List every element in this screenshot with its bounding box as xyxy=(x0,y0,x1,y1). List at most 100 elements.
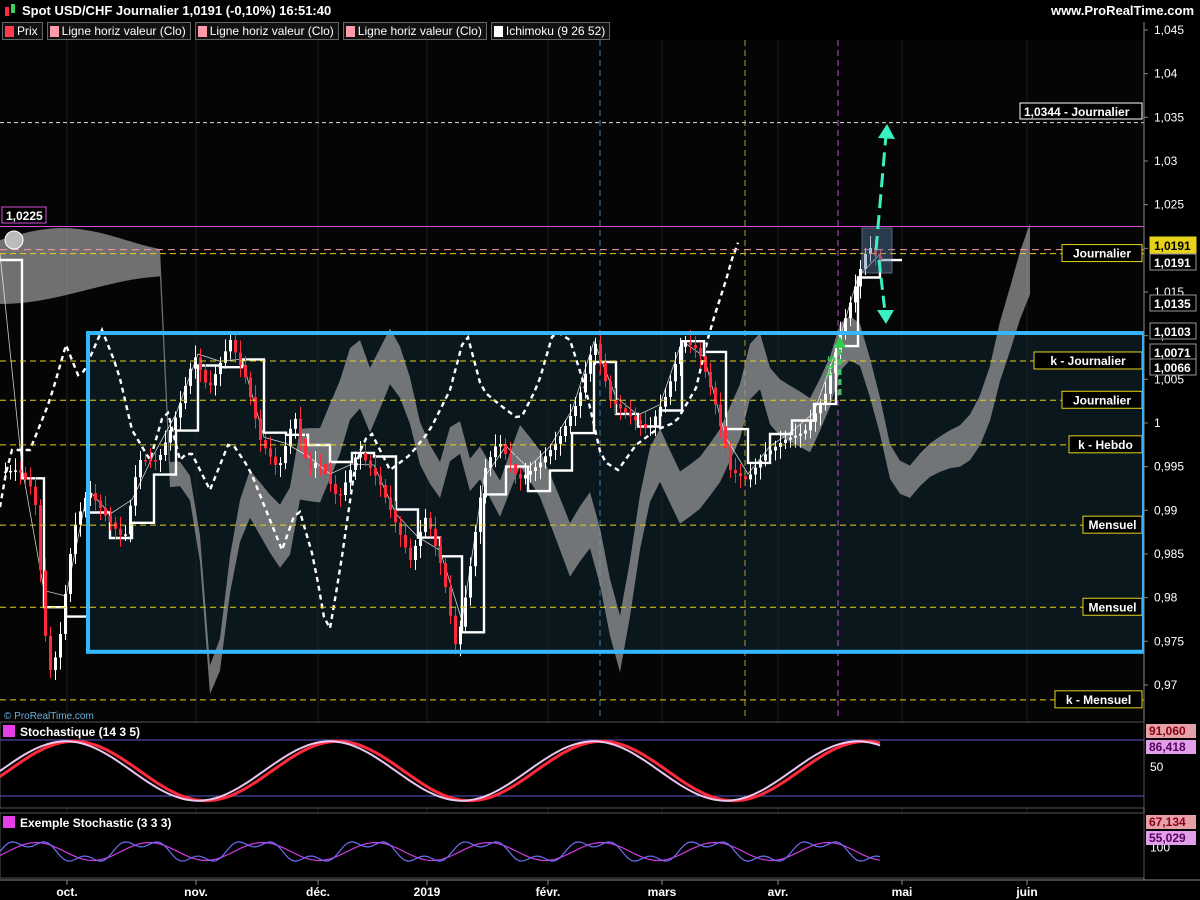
candle-body xyxy=(624,408,627,413)
candle-body xyxy=(249,377,252,398)
candle-body xyxy=(139,460,142,478)
candle-body xyxy=(379,475,382,485)
candle-body xyxy=(754,467,757,475)
candle-body xyxy=(604,362,607,382)
target-zone xyxy=(861,227,893,274)
candle-body xyxy=(544,456,547,463)
x-tick-label: avr. xyxy=(768,885,789,899)
candle-body xyxy=(294,418,297,429)
candle-body xyxy=(794,435,797,438)
candle-body xyxy=(374,468,377,476)
candle-body xyxy=(59,634,62,658)
candle-body xyxy=(129,505,132,535)
candle-body xyxy=(274,456,277,465)
y-tick-label: 0,995 xyxy=(1154,460,1184,474)
candle-body xyxy=(719,404,722,427)
y-tick-label: 1,045 xyxy=(1154,23,1184,37)
candle-body xyxy=(309,458,312,468)
candle-body xyxy=(389,497,392,510)
candle-body xyxy=(634,416,637,421)
candle-body xyxy=(44,570,47,636)
candle-body xyxy=(159,455,162,460)
candle-body xyxy=(109,515,112,523)
candle-body xyxy=(559,436,562,444)
candle-body xyxy=(409,547,412,560)
y-tick-label: 1,04 xyxy=(1154,67,1178,81)
candle-body xyxy=(349,470,352,483)
candle-body xyxy=(339,494,342,496)
candle-body xyxy=(179,403,182,418)
candle-body xyxy=(104,508,107,516)
value-label: 1,0191 xyxy=(1154,239,1191,253)
candle-body xyxy=(689,341,692,345)
candle-body xyxy=(824,393,827,405)
candle-body xyxy=(549,450,552,457)
candle-body xyxy=(319,463,322,465)
candle-body xyxy=(324,464,327,474)
candle-body xyxy=(359,453,362,458)
candle-body xyxy=(54,657,57,670)
candle-body xyxy=(414,545,417,560)
x-tick-label: nov. xyxy=(184,885,208,899)
price-chart[interactable]: Journalier k - Journalier Journalier k - He… xyxy=(0,0,1200,900)
candle-body xyxy=(199,357,202,370)
candle-body xyxy=(9,470,12,473)
candle-body xyxy=(609,381,612,400)
candle-body xyxy=(14,470,17,472)
y-tick-label: 1,03 xyxy=(1154,154,1178,168)
candle-body xyxy=(784,439,787,443)
candle-body xyxy=(439,545,442,564)
candle-body xyxy=(589,355,592,374)
candle-body xyxy=(789,437,792,440)
y-tick-label: 0,97 xyxy=(1154,678,1178,692)
candle-body xyxy=(399,522,402,535)
candle-body xyxy=(174,417,177,430)
watermark: © ProRealTime.com xyxy=(4,711,94,722)
candle-body xyxy=(664,396,667,407)
value-label: 1,0191 xyxy=(1154,256,1191,270)
candle-body xyxy=(134,477,137,506)
candle-body xyxy=(654,416,657,427)
candle-body xyxy=(759,460,762,468)
x-tick-label: 2019 xyxy=(414,885,441,899)
panel-title: Stochastique (14 3 5) xyxy=(20,725,140,739)
x-tick-label: févr. xyxy=(536,885,561,899)
candle-body xyxy=(599,343,602,363)
candle-body xyxy=(4,471,7,473)
candle-body xyxy=(444,563,447,588)
stochastic-panel: Stochastique (14 3 5) 50 91,060 86,418 xyxy=(0,721,1196,809)
panel-value: 86,418 xyxy=(1149,740,1186,754)
x-tick-label: juin xyxy=(1015,885,1037,899)
candle-body xyxy=(669,381,672,397)
candle-body xyxy=(714,387,717,405)
candle-body xyxy=(814,413,817,422)
candle-body xyxy=(569,416,572,426)
candle-body xyxy=(644,424,647,428)
candle-body xyxy=(94,493,97,501)
candle-body xyxy=(749,474,752,480)
panel-value: 55,029 xyxy=(1149,831,1186,845)
level-label: k - Mensuel xyxy=(1066,693,1131,707)
candle-body xyxy=(674,364,677,382)
y-tick-label: 0,985 xyxy=(1154,547,1184,561)
candle-body xyxy=(264,440,267,449)
candle-body xyxy=(344,482,347,495)
candle-body xyxy=(454,615,457,645)
panel-value: 67,134 xyxy=(1149,815,1186,829)
candle-body xyxy=(429,517,432,529)
level-label: k - Hebdo xyxy=(1078,438,1133,452)
candle-body xyxy=(594,343,597,355)
candle-body xyxy=(484,467,487,498)
candle-body xyxy=(619,404,622,409)
level-label: Journalier xyxy=(1073,247,1131,261)
alert-icon xyxy=(4,230,24,250)
candle-body xyxy=(404,535,407,548)
candle-body xyxy=(529,471,532,475)
candle-body xyxy=(384,485,387,498)
candle-body xyxy=(154,460,157,462)
candle-body xyxy=(74,524,77,554)
candle-body xyxy=(709,371,712,388)
candle-body xyxy=(364,453,367,461)
x-tick-label: oct. xyxy=(56,885,77,899)
x-tick-label: déc. xyxy=(306,885,330,899)
